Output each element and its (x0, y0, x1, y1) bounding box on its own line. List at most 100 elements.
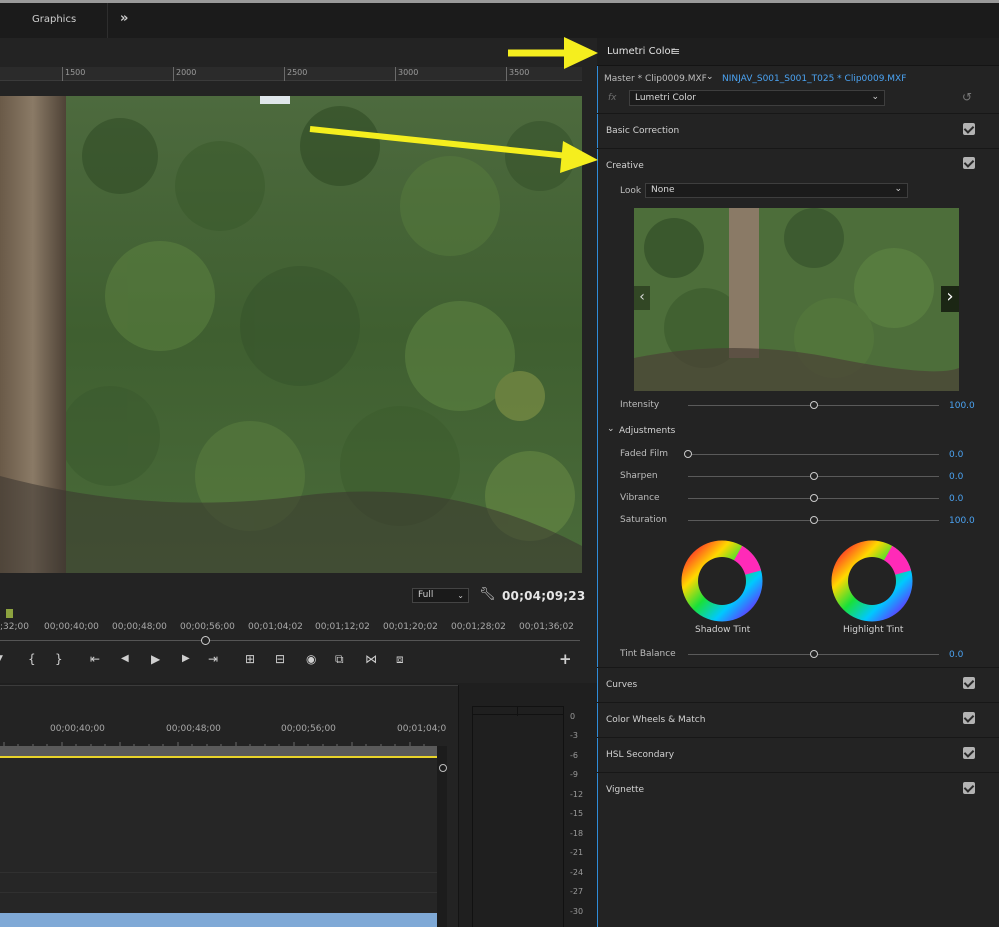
section-curves[interactable]: Curves (597, 667, 999, 702)
next-look-icon[interactable]: › (941, 286, 959, 312)
sequence-clip-link[interactable]: NINJAV_S001_S001_T025 * Clip0009.MXF (722, 74, 906, 84)
slider-handle[interactable] (809, 494, 818, 502)
effect-select[interactable]: Lumetri Color ⌄ (629, 90, 885, 106)
video-track[interactable] (0, 873, 437, 893)
timeline-timecode: 00;00;40;00 (50, 724, 105, 734)
section-enable-checkbox[interactable] (963, 712, 975, 724)
sharpen-slider[interactable]: Sharpen 0.0 (597, 468, 999, 486)
slider-handle[interactable] (684, 450, 692, 458)
timeline-vertical-scrollbar[interactable] (437, 746, 447, 927)
add-button-icon[interactable]: + (559, 650, 572, 668)
play-icon[interactable]: ▶ (151, 652, 160, 666)
shadow-tint-wheel[interactable] (681, 540, 763, 622)
go-to-in-icon[interactable]: ⇤ (90, 652, 100, 666)
look-preview[interactable]: ‹ › (634, 208, 959, 391)
scrub-timecode: 00;01;28;02 (451, 622, 506, 632)
playback-resolution-select[interactable]: Full ⌄ (412, 588, 469, 603)
comparison-view-icon[interactable]: ⧉ (335, 652, 344, 667)
panel-title[interactable]: Lumetri Color (607, 46, 675, 57)
section-vignette[interactable]: Vignette (597, 772, 999, 807)
db-label: -30 (570, 907, 584, 916)
step-back-icon[interactable]: ◀ (121, 653, 129, 664)
scroll-handle[interactable] (439, 764, 447, 772)
slider-track[interactable] (688, 454, 939, 455)
export-frame-icon[interactable]: ◉ (306, 652, 316, 666)
chevron-down-icon[interactable]: ⌄ (607, 424, 615, 434)
previous-look-icon[interactable]: ‹ (634, 286, 650, 310)
scrub-timecode: 00;00;48;00 (112, 622, 167, 632)
ruler-label: 3000 (398, 68, 419, 77)
section-enable-checkbox[interactable] (963, 157, 975, 169)
slider-handle[interactable] (809, 401, 818, 409)
vibrance-slider[interactable]: Vibrance 0.0 (597, 490, 999, 508)
slider-value[interactable]: 0.0 (949, 650, 963, 660)
look-select-value: None (651, 185, 675, 195)
db-label: -21 (570, 848, 584, 857)
highlight-tint-label: Highlight Tint (843, 625, 904, 635)
playhead-marker[interactable] (6, 609, 13, 618)
slider-handle[interactable] (809, 650, 818, 658)
ruler-label: 1500 (65, 68, 86, 77)
scrub-timecodes: ;32;00 00;00;40;00 00;00;48;00 00;00;56;… (0, 620, 582, 634)
section-enable-checkbox[interactable] (963, 747, 975, 759)
chevron-down-icon: ⌄ (457, 591, 464, 600)
timeline-clip[interactable] (0, 913, 437, 927)
saturation-slider[interactable]: Saturation 100.0 (597, 512, 999, 530)
panel-menu-icon[interactable]: ≡ (671, 45, 680, 58)
section-enable-checkbox[interactable] (963, 677, 975, 689)
lift-icon[interactable]: ⊞ (245, 652, 255, 666)
mark-in-icon[interactable]: { (28, 652, 36, 666)
audio-meters (472, 706, 564, 927)
section-title: Creative (606, 161, 644, 171)
db-label: -18 (570, 829, 584, 838)
fx-badge: fx (608, 93, 617, 103)
section-enable-checkbox[interactable] (963, 123, 975, 135)
slider-handle[interactable] (809, 516, 818, 524)
wrench-icon[interactable]: 🔧︎ (479, 587, 496, 602)
slider-value[interactable]: 100.0 (949, 516, 975, 526)
video-track[interactable] (0, 758, 437, 873)
pixel-ruler: 1500 2000 2500 3000 3500 (0, 67, 582, 81)
slider-value[interactable]: 0.0 (949, 450, 963, 460)
slider-label: Vibrance (620, 493, 660, 503)
master-clip-label[interactable]: Master * Clip0009.MXF (604, 74, 707, 84)
more-workspaces-icon[interactable]: » (120, 11, 128, 26)
faded-film-slider[interactable]: Faded Film 0.0 (597, 446, 999, 464)
section-basic-correction[interactable]: Basic Correction (597, 113, 999, 148)
extract-icon[interactable]: ⊟ (275, 652, 285, 666)
video-frame[interactable] (0, 96, 582, 573)
workspace-tab[interactable]: Graphics (0, 3, 108, 38)
timeline-timecode: 00;00;48;00 (166, 724, 221, 734)
trim-icon[interactable]: ⋈ (365, 652, 377, 666)
go-to-out-icon[interactable]: ⇥ (208, 652, 218, 666)
program-timecode[interactable]: 00;04;09;23 (502, 589, 585, 603)
scrub-bar[interactable] (0, 640, 580, 641)
look-select[interactable]: None ⌄ (645, 183, 908, 198)
video-track[interactable] (0, 893, 437, 913)
section-color-wheels-match[interactable]: Color Wheels & Match (597, 702, 999, 737)
slider-label: Saturation (620, 515, 667, 525)
section-hsl-secondary[interactable]: HSL Secondary (597, 737, 999, 772)
section-creative[interactable]: Creative (597, 148, 999, 178)
tint-balance-slider[interactable]: Tint Balance 0.0 (597, 646, 999, 664)
look-preview-image (634, 208, 959, 391)
slider-value[interactable]: 0.0 (949, 472, 963, 482)
panel-divider[interactable] (458, 685, 459, 927)
step-forward-icon[interactable]: ▶ (182, 653, 190, 664)
highlight-tint-wheel[interactable] (831, 540, 913, 622)
vr-video-icon[interactable]: ⧈ (396, 652, 404, 667)
zoom-scroll-handle[interactable] (201, 636, 210, 645)
adjustments-toggle[interactable]: Adjustments (619, 426, 675, 436)
ruler-label: 2500 (287, 68, 308, 77)
meter-channel-divider (517, 706, 518, 716)
section-enable-checkbox[interactable] (963, 782, 975, 794)
chevron-down-icon[interactable]: ⌄ (706, 72, 714, 82)
reset-effect-icon[interactable]: ↺ (962, 90, 972, 104)
work-area-bar[interactable] (0, 746, 437, 756)
mark-out-icon[interactable]: ▼ (0, 654, 3, 664)
mark-clip-icon[interactable]: } (55, 652, 63, 666)
slider-handle[interactable] (809, 472, 818, 480)
intensity-slider[interactable]: Intensity 100.0 (597, 397, 999, 415)
slider-value[interactable]: 0.0 (949, 494, 963, 504)
slider-value[interactable]: 100.0 (949, 401, 975, 411)
